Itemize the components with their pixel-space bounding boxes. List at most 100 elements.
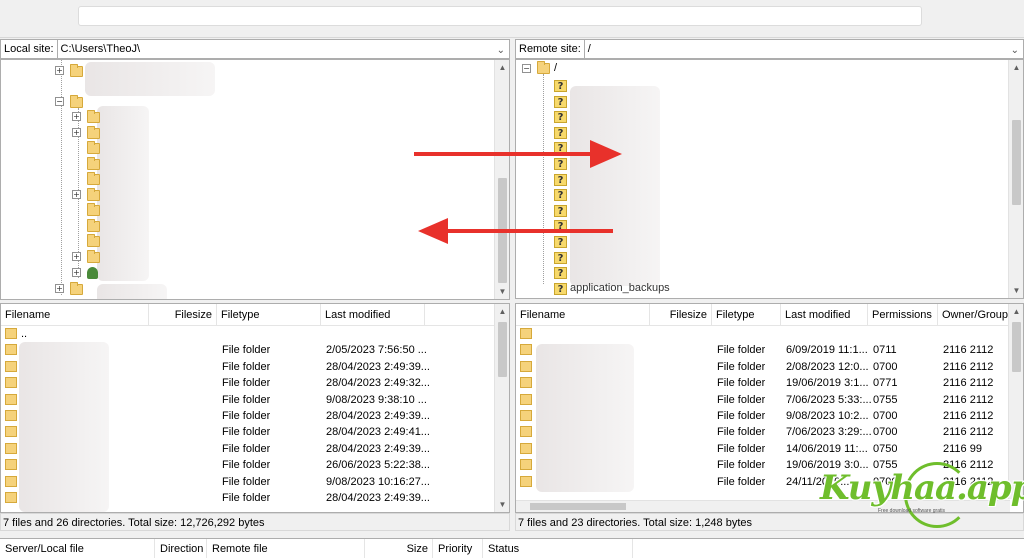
- folder-icon: [87, 203, 100, 216]
- chevron-down-icon[interactable]: ⌄: [1011, 42, 1019, 58]
- folder-icon: [5, 492, 17, 503]
- table-row[interactable]: ..: [1, 326, 509, 342]
- expand-icon[interactable]: +: [72, 252, 81, 261]
- unknown-folder-icon: ?: [554, 173, 567, 186]
- remote-directory-tree[interactable]: − / application_backups ▲ ▼ ????????????…: [515, 59, 1024, 299]
- folder-icon: [87, 141, 100, 154]
- scroll-up-icon[interactable]: ▲: [495, 60, 509, 75]
- column-filename[interactable]: Filename: [1, 304, 149, 326]
- remote-tree-root[interactable]: /: [554, 62, 557, 74]
- last-modified-cell: 7/06/2023 5:33:...: [786, 393, 872, 406]
- unknown-folder-icon: ?: [554, 251, 567, 264]
- column-filesize[interactable]: Filesize: [650, 304, 712, 326]
- expand-icon[interactable]: +: [72, 112, 81, 121]
- folder-icon: [87, 188, 100, 201]
- folder-icon: [5, 426, 17, 438]
- column-filetype[interactable]: Filetype: [217, 304, 321, 326]
- scroll-down-icon[interactable]: ▼: [1009, 283, 1023, 298]
- local-file-list[interactable]: ⌃ Filename Filesize Filetype Last modifi…: [0, 303, 510, 513]
- unknown-folder-icon: ?: [554, 126, 567, 139]
- unknown-folder-icon: ?: [554, 95, 567, 108]
- local-site-path-combo[interactable]: C:\Users\TheoJ\ ⌄: [57, 39, 510, 59]
- queue-column-size[interactable]: Size: [365, 539, 433, 558]
- collapse-icon[interactable]: −: [522, 64, 531, 73]
- scroll-up-icon[interactable]: ▲: [495, 304, 509, 319]
- scroll-up-icon[interactable]: ▲: [1009, 60, 1023, 75]
- queue-column-status[interactable]: Status: [483, 539, 633, 558]
- expand-icon[interactable]: +: [72, 268, 81, 277]
- queue-column-priority[interactable]: Priority: [433, 539, 483, 558]
- quickconnect-field[interactable]: [78, 6, 922, 26]
- scroll-down-icon[interactable]: ▼: [495, 284, 509, 299]
- expand-icon[interactable]: +: [55, 284, 64, 293]
- folder-icon: [5, 459, 17, 471]
- column-filetype[interactable]: Filetype: [712, 304, 781, 326]
- folder-icon: [5, 344, 17, 356]
- column-permissions[interactable]: Permissions: [868, 304, 938, 326]
- remote-site-path-combo[interactable]: / ⌄: [584, 39, 1024, 59]
- filetype-cell: File folder: [717, 442, 766, 455]
- expand-icon[interactable]: +: [55, 66, 64, 75]
- unknown-folder-icon: ?: [554, 80, 567, 92]
- owner-group-cell: 2116 2112: [943, 360, 994, 373]
- expand-icon[interactable]: +: [72, 190, 81, 199]
- last-modified-cell: 14/06/2019 11:...: [786, 442, 868, 455]
- column-filesize[interactable]: Filesize: [149, 304, 217, 326]
- last-modified-cell: 28/04/2023 2:49:41...: [326, 426, 430, 439]
- remote-site-label: Remote site:: [515, 39, 585, 59]
- column-owner-group[interactable]: Owner/Group: [938, 304, 1010, 326]
- unknown-folder-icon: ?: [554, 111, 567, 124]
- scroll-up-icon[interactable]: ▲: [1009, 304, 1023, 319]
- transfer-queue-header: Server/Local file Direction Remote file …: [0, 538, 1024, 558]
- folder-icon: [5, 377, 17, 389]
- folder-icon: [5, 475, 17, 487]
- local-status-text: 7 files and 26 directories. Total size: …: [0, 513, 510, 531]
- chevron-down-icon[interactable]: ⌄: [497, 42, 505, 58]
- table-row[interactable]: [516, 326, 1023, 342]
- folder-icon: [520, 344, 532, 356]
- remote-tree-item-application-backups[interactable]: application_backups: [570, 282, 670, 294]
- remote-site-path: /: [587, 43, 591, 55]
- queue-column-remote-file[interactable]: Remote file: [207, 539, 365, 558]
- last-modified-cell: 7/06/2023 3:29:...: [786, 426, 872, 439]
- owner-group-cell: 2116 2112: [943, 344, 994, 357]
- folder-icon: [70, 282, 83, 295]
- column-last-modified[interactable]: Last modified: [321, 304, 425, 326]
- filetype-cell: File folder: [222, 459, 271, 472]
- owner-group-cell: 2116 2112: [943, 377, 994, 390]
- folder-icon: [87, 157, 100, 170]
- folder-icon: [87, 172, 100, 185]
- folder-icon: [70, 95, 83, 108]
- unknown-folder-icon: ?: [554, 267, 567, 280]
- local-site-bar: Local site: C:\Users\TheoJ\ ⌄: [0, 39, 510, 59]
- folder-icon: [520, 426, 532, 438]
- remote-site-bar: Remote site: / ⌄: [515, 39, 1024, 59]
- remote-tree-scrollbar[interactable]: ▲ ▼: [1008, 60, 1023, 298]
- folder-icon: [87, 234, 100, 247]
- local-list-scrollbar[interactable]: ▲ ▼: [494, 304, 509, 512]
- folder-icon: [70, 64, 83, 77]
- collapse-icon[interactable]: −: [55, 97, 64, 106]
- local-tree-scrollbar[interactable]: ▲ ▼: [494, 60, 509, 299]
- local-file-list-header: ⌃ Filename Filesize Filetype Last modifi…: [1, 304, 509, 326]
- folder-icon: [537, 61, 550, 74]
- filetype-cell: File folder: [222, 492, 271, 504]
- filetype-cell: File folder: [222, 360, 271, 373]
- last-modified-cell: 9/08/2023 9:38:10 ...: [326, 393, 427, 406]
- folder-icon: [520, 459, 532, 471]
- last-modified-cell: 19/06/2019 3:1...: [786, 377, 869, 390]
- queue-column-direction[interactable]: Direction: [155, 539, 207, 558]
- filetype-cell: File folder: [717, 393, 766, 406]
- column-last-modified[interactable]: Last modified: [781, 304, 868, 326]
- column-filename[interactable]: Filename: [516, 304, 650, 326]
- local-site-path: C:\Users\TheoJ\: [60, 43, 140, 55]
- filetype-cell: File folder: [222, 426, 271, 439]
- folder-icon: [520, 377, 532, 389]
- scroll-down-icon[interactable]: ▼: [495, 497, 509, 512]
- permissions-cell: 0700: [873, 360, 898, 373]
- permissions-cell: 0700: [873, 410, 898, 422]
- queue-column-local-file[interactable]: Server/Local file: [0, 539, 155, 558]
- local-directory-tree[interactable]: ▲ ▼ + − + + + + + +: [0, 59, 510, 300]
- filetype-cell: File folder: [717, 360, 766, 373]
- expand-icon[interactable]: +: [72, 128, 81, 137]
